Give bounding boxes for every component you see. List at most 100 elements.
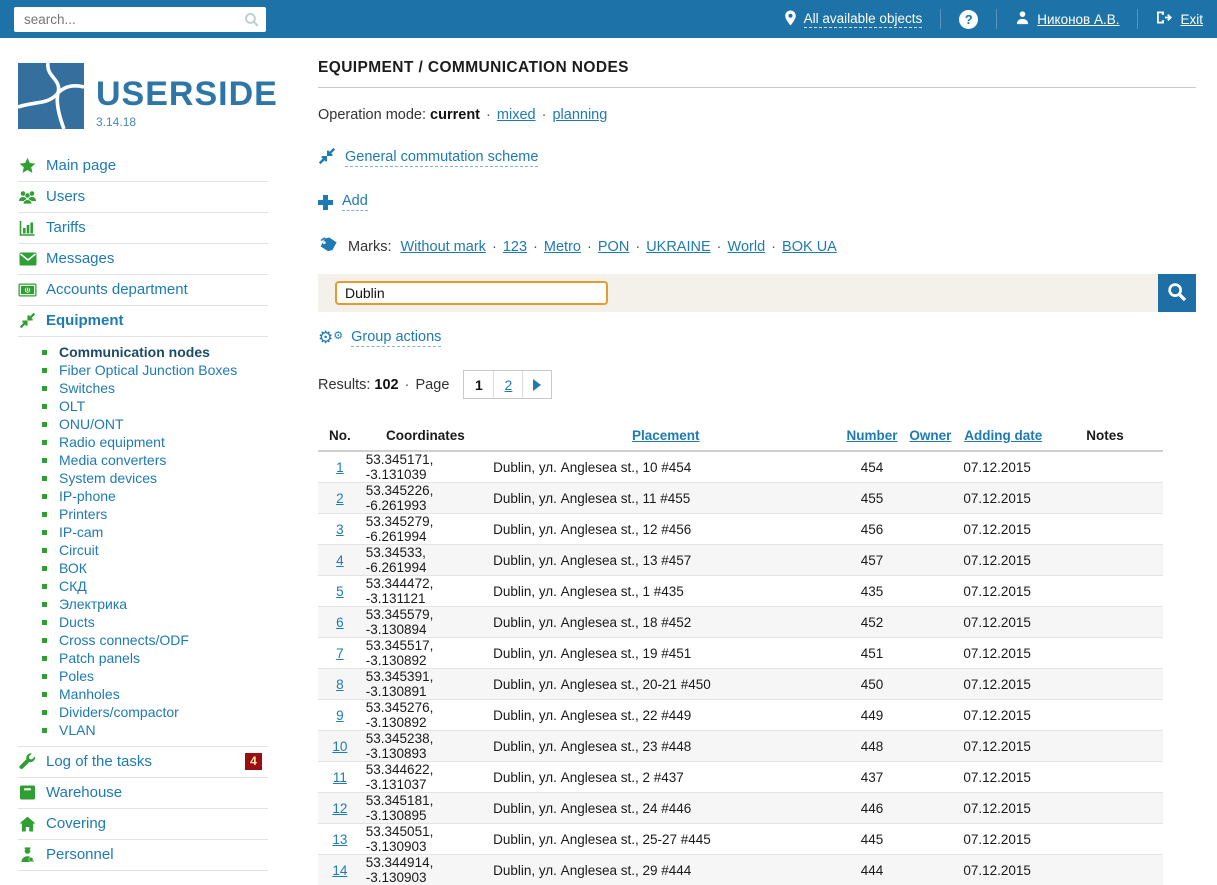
sidebar-item-main-page[interactable]: Main page bbox=[18, 151, 268, 182]
sidebar-subitem-fiber-optical-junction-boxes[interactable]: Fiber Optical Junction Boxes bbox=[42, 361, 268, 379]
node-link[interactable]: 13 bbox=[332, 832, 347, 847]
cell-no[interactable]: 3 bbox=[318, 514, 362, 545]
sidebar-subitem-электрика[interactable]: Электрика bbox=[42, 595, 268, 613]
sidebar-subitem-patch-panels[interactable]: Patch panels bbox=[42, 649, 268, 667]
sidebar-item-equipment[interactable]: Equipment bbox=[18, 306, 268, 337]
sidebar-item-warehouse[interactable]: Warehouse bbox=[18, 778, 268, 809]
sidebar-subitem-ip-cam[interactable]: IP-cam bbox=[42, 523, 268, 541]
node-link[interactable]: 8 bbox=[336, 677, 344, 692]
node-link[interactable]: 3 bbox=[336, 522, 344, 537]
sidebar-subitem-dividers-compactor[interactable]: Dividers/compactor bbox=[42, 703, 268, 721]
node-link[interactable]: 2 bbox=[336, 491, 344, 506]
page-1-current[interactable]: 1 bbox=[464, 371, 493, 398]
mark-link-without-mark[interactable]: Without mark bbox=[401, 239, 486, 255]
node-link[interactable]: 1 bbox=[336, 460, 344, 475]
sidebar-subitem-media-converters[interactable]: Media converters bbox=[42, 451, 268, 469]
column-header-adding-date[interactable]: Adding date bbox=[959, 420, 1047, 451]
exit-group[interactable]: Exit bbox=[1156, 10, 1203, 28]
cell-no[interactable]: 12 bbox=[318, 793, 362, 824]
node-link[interactable]: 6 bbox=[336, 615, 344, 630]
sidebar-subitem-system-devices[interactable]: System devices bbox=[42, 469, 268, 487]
sidebar-subitem-radio-equipment[interactable]: Radio equipment bbox=[42, 433, 268, 451]
sidebar: USERSIDE 3.14.18 Main pageUsersTariffsMe… bbox=[0, 38, 300, 878]
filter-search-button[interactable] bbox=[1158, 274, 1196, 312]
cell-no[interactable]: 8 bbox=[318, 669, 362, 700]
node-link[interactable]: 11 bbox=[333, 770, 347, 785]
cell-number: 444 bbox=[842, 855, 901, 885]
sidebar-subitem-circuit[interactable]: Circuit bbox=[42, 541, 268, 559]
cell-no[interactable]: 4 bbox=[318, 545, 362, 576]
sidebar-subitem-cross-connects-odf[interactable]: Cross connects/ODF bbox=[42, 631, 268, 649]
user-name-link[interactable]: Никонов А.В. bbox=[1037, 12, 1119, 27]
sidebar-subitem-printers[interactable]: Printers bbox=[42, 505, 268, 523]
cell-owner bbox=[901, 731, 959, 762]
box-icon bbox=[18, 785, 37, 800]
cell-no[interactable]: 10 bbox=[318, 731, 362, 762]
cell-no[interactable]: 11 bbox=[318, 762, 362, 793]
table-row: 853.345391, -3.130891Dublin, ул. Anglese… bbox=[318, 669, 1163, 700]
group-actions-row: ⚙⚙ Group actions bbox=[318, 329, 1196, 347]
node-link[interactable]: 5 bbox=[336, 584, 344, 599]
cell-no[interactable]: 14 bbox=[318, 855, 362, 885]
sidebar-subitem-ducts[interactable]: Ducts bbox=[42, 613, 268, 631]
sidebar-subitem-vlan[interactable]: VLAN bbox=[42, 721, 268, 739]
sidebar-subitem-communication-nodes[interactable]: Communication nodes bbox=[42, 343, 268, 361]
cell-no[interactable]: 9 bbox=[318, 700, 362, 731]
mark-link-bok-ua[interactable]: BOK UA bbox=[782, 239, 837, 255]
cell-no[interactable]: 13 bbox=[318, 824, 362, 855]
page-2-link[interactable]: 2 bbox=[493, 371, 522, 398]
sidebar-subitem-poles[interactable]: Poles bbox=[42, 667, 268, 685]
mark-link-world[interactable]: World bbox=[728, 239, 766, 255]
cell-adding-date: 07.12.2015 bbox=[959, 669, 1047, 700]
node-filter-input[interactable] bbox=[335, 281, 608, 305]
object-scope-link[interactable]: All available objects bbox=[804, 11, 923, 28]
column-header-owner[interactable]: Owner bbox=[901, 420, 959, 451]
global-search-input[interactable] bbox=[14, 7, 266, 32]
sidebar-subitem-вок[interactable]: ВОК bbox=[42, 559, 268, 577]
node-link[interactable]: 14 bbox=[332, 863, 347, 878]
sidebar-item-covering[interactable]: Covering bbox=[18, 809, 268, 840]
cell-no[interactable]: 1 bbox=[318, 451, 362, 483]
column-header-number[interactable]: Number bbox=[842, 420, 901, 451]
sidebar-subitem-manholes[interactable]: Manholes bbox=[42, 685, 268, 703]
sidebar-subitem-olt[interactable]: OLT bbox=[42, 397, 268, 415]
help-icon[interactable]: ? bbox=[959, 10, 978, 29]
node-link[interactable]: 10 bbox=[332, 739, 347, 754]
next-page-button[interactable] bbox=[522, 371, 551, 398]
node-link[interactable]: 7 bbox=[336, 646, 344, 661]
table-row: 1353.345051, -3.130903Dublin, ул. Angles… bbox=[318, 824, 1163, 855]
column-header-placement[interactable]: Placement bbox=[489, 420, 842, 451]
exit-link[interactable]: Exit bbox=[1180, 12, 1203, 27]
cell-no[interactable]: 7 bbox=[318, 638, 362, 669]
branding[interactable]: USERSIDE 3.14.18 bbox=[18, 63, 300, 129]
cell-no[interactable]: 2 bbox=[318, 483, 362, 514]
operation-mode-planning-link[interactable]: planning bbox=[552, 107, 607, 123]
sidebar-item-users[interactable]: Users bbox=[18, 182, 268, 213]
sidebar-item-personnel[interactable]: Personnel bbox=[18, 840, 268, 871]
group-actions-link[interactable]: Group actions bbox=[351, 329, 441, 347]
node-link[interactable]: 9 bbox=[336, 708, 344, 723]
mark-link-pon[interactable]: PON bbox=[598, 239, 629, 255]
general-commutation-scheme-link[interactable]: General commutation scheme bbox=[345, 149, 538, 167]
node-link[interactable]: 4 bbox=[336, 553, 344, 568]
bullet-icon bbox=[42, 620, 47, 625]
sidebar-subitem-ip-phone[interactable]: IP-phone bbox=[42, 487, 268, 505]
mark-link-123[interactable]: 123 bbox=[503, 239, 527, 255]
cell-no[interactable]: 5 bbox=[318, 576, 362, 607]
sidebar-item-accounts-department[interactable]: 0Accounts department bbox=[18, 275, 268, 306]
sidebar-item-messages[interactable]: Messages bbox=[18, 244, 268, 275]
node-link[interactable]: 12 bbox=[332, 801, 347, 816]
current-user[interactable]: Никонов А.В. bbox=[1015, 10, 1119, 28]
cell-number: 435 bbox=[842, 576, 901, 607]
object-scope[interactable]: All available objects bbox=[784, 10, 923, 29]
add-link[interactable]: Add bbox=[342, 193, 368, 211]
sidebar-subitem-скд[interactable]: СКД bbox=[42, 577, 268, 595]
sidebar-item-log-of-the-tasks[interactable]: Log of the tasks4 bbox=[18, 747, 268, 778]
sidebar-subitem-onu-ont[interactable]: ONU/ONT bbox=[42, 415, 268, 433]
operation-mode-mixed-link[interactable]: mixed bbox=[497, 107, 536, 123]
sidebar-item-tariffs[interactable]: Tariffs bbox=[18, 213, 268, 244]
cell-no[interactable]: 6 bbox=[318, 607, 362, 638]
mark-link-metro[interactable]: Metro bbox=[544, 239, 581, 255]
sidebar-subitem-switches[interactable]: Switches bbox=[42, 379, 268, 397]
mark-link-ukraine[interactable]: UKRAINE bbox=[646, 239, 710, 255]
